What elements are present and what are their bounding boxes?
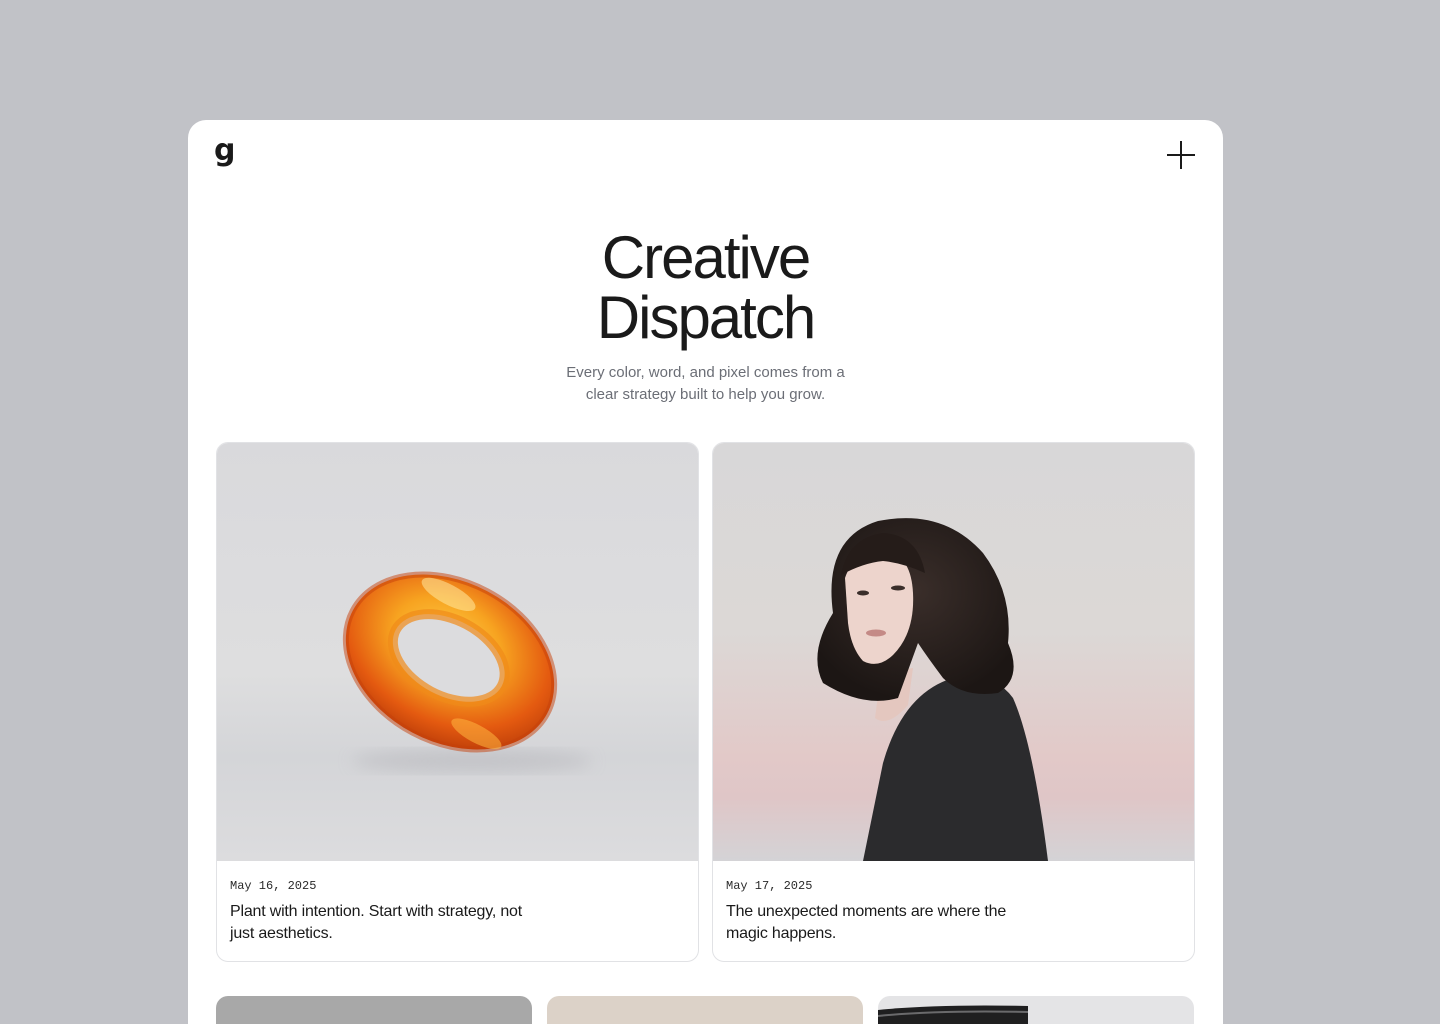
post-date: May 17, 2025 <box>726 879 813 893</box>
post-card-preview[interactable] <box>547 996 863 1024</box>
post-card-preview[interactable] <box>878 996 1194 1024</box>
post-card-preview[interactable] <box>216 996 532 1024</box>
post-image-portrait <box>713 443 1194 861</box>
page-title: Creative Dispatch <box>188 228 1223 348</box>
page-subtitle: Every color, word, and pixel comes from … <box>566 364 845 403</box>
post-image-orange-ring <box>217 443 698 861</box>
post-date: May 16, 2025 <box>230 879 317 893</box>
brand-logo[interactable]: g <box>214 136 235 166</box>
page-title-line-1: Creative <box>601 224 811 291</box>
post-title[interactable]: Plant with intention. Start with strateg… <box>230 901 550 945</box>
post-title[interactable]: The unexpected moments are where the mag… <box>726 901 1046 945</box>
post-card[interactable]: May 16, 2025 Plant with intention. Start… <box>216 442 699 962</box>
page-title-line-2: Dispatch <box>596 284 816 351</box>
page-frame: g Creative Dispatch Every color, word, a… <box>188 120 1223 1024</box>
post-card[interactable]: May 17, 2025 The unexpected moments are … <box>712 442 1195 962</box>
hero-section: Creative Dispatch Every color, word, and… <box>188 228 1223 406</box>
plus-icon[interactable] <box>1166 140 1196 170</box>
